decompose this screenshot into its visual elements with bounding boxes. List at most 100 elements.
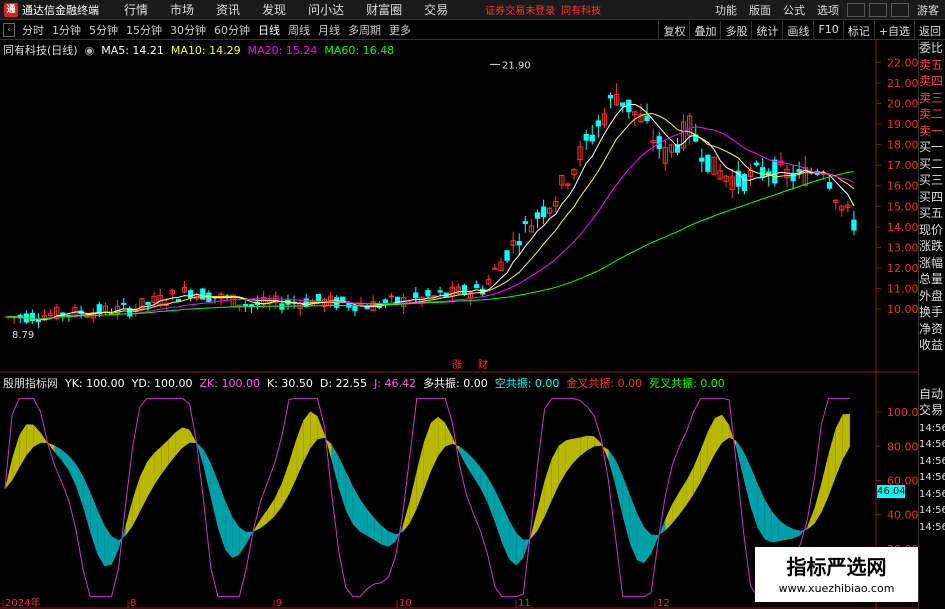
kd-band [239, 527, 247, 555]
candle-body [522, 221, 528, 225]
price-axis-label: 12.00 [887, 262, 918, 275]
toolbar-button[interactable]: 统计 [751, 21, 782, 40]
period-tab[interactable]: 30分钟 [170, 22, 206, 38]
period-tab[interactable]: 分时 [22, 22, 44, 38]
menu-discover[interactable]: 发现 [262, 1, 286, 18]
period-tab[interactable]: 60分钟 [214, 22, 250, 38]
menu-options[interactable]: 选项 [817, 2, 839, 18]
period-tab[interactable]: 多周期 [348, 22, 381, 38]
toolbar-button[interactable]: 画线 [782, 21, 813, 40]
kd-band [317, 415, 325, 440]
quote-time: 14:56 [919, 455, 945, 467]
candle-body [187, 290, 194, 299]
quote-time: 14:56 [919, 472, 945, 483]
kd-band [629, 494, 637, 560]
zhang-marker: 涨 [452, 359, 462, 371]
kd-band [835, 414, 843, 477]
watermark-url: www.xuezhibiao.com [778, 582, 895, 595]
kd-band [814, 482, 822, 524]
candle-body [474, 284, 480, 289]
login-warning: 证券交易未登录 [485, 6, 556, 17]
price-axis-label: 11.00 [887, 283, 918, 296]
period-tab[interactable]: 月线 [318, 22, 340, 38]
kd-band [274, 483, 282, 516]
quote-field-label: 自动 [919, 386, 944, 401]
menu-wealth[interactable]: 财富圈 [366, 1, 402, 18]
candle-body [200, 288, 206, 300]
period-tab-active[interactable]: 日线 [258, 22, 280, 38]
candle-body [753, 162, 760, 166]
toolbar-button[interactable]: +自选 [873, 21, 914, 40]
kd-band [565, 438, 573, 473]
kd-band [594, 436, 602, 447]
candle-body [851, 219, 857, 231]
toolbar-button[interactable]: 叠加 [689, 21, 720, 40]
menu-function[interactable]: 功能 [715, 2, 737, 18]
ind-yk: YK: 100.00 [65, 376, 125, 390]
kd-band [225, 500, 233, 559]
toolbar-button[interactable]: F10 [813, 21, 842, 40]
kline-chart-svg[interactable]: 22.00 21.00 20.00 19.00 18.00 17.00 16.00 15.00… [0, 40, 918, 609]
watermark: 指标严选网 www.xuezhibiao.com [755, 547, 918, 602]
kd-band [693, 449, 701, 495]
period-tab[interactable]: 1分钟 [52, 22, 81, 38]
kd-band [587, 435, 595, 451]
price-axis-label: 19.00 [887, 118, 918, 131]
kd-band [147, 453, 155, 498]
kd-band [793, 529, 801, 539]
trading-app-window: { "app": {"name": "通达信金融终端", "warning": … [0, 0, 945, 609]
period-tab[interactable]: 5分钟 [89, 22, 118, 38]
candle-body [504, 250, 510, 261]
kd-band [90, 491, 98, 554]
quote-field-label: 总量 [919, 272, 944, 286]
kd-band [218, 481, 226, 550]
kd-band [445, 422, 453, 447]
kd-band [33, 424, 41, 447]
menu-layout[interactable]: 版面 [749, 2, 771, 18]
menu-market[interactable]: 市场 [170, 1, 194, 18]
close-button[interactable] [891, 3, 909, 17]
dropdown-icon[interactable]: ◉ [85, 44, 95, 57]
kd-band [154, 446, 162, 486]
ind-bull: 多共振: 0.00 [423, 377, 488, 390]
candle-body [516, 241, 522, 246]
ma5-label: MA5: 14.21 [101, 43, 164, 57]
quote-time: 14:56 [919, 422, 945, 434]
chart-area[interactable]: 22.00 21.00 20.00 19.00 18.00 17.00 16.00 15.00… [0, 40, 918, 609]
toolbar-button[interactable]: 标记 [842, 21, 874, 40]
toolbar-button[interactable]: 复权 [658, 21, 689, 40]
minimize-button[interactable] [847, 3, 865, 17]
quote-field-label: 收益 [919, 338, 944, 352]
maximize-button[interactable] [869, 3, 887, 17]
period-tab[interactable]: 周线 [288, 22, 310, 38]
kd-band [338, 456, 346, 511]
candle-body [705, 154, 711, 172]
ind-j: J: 46.42 [374, 376, 416, 390]
period-toolbar: ‹ 分时 1分钟 5分钟 15分钟 30分钟 60分钟 日线 周线 月线 多周期… [0, 21, 945, 40]
kd-band [842, 414, 850, 460]
kd-band [260, 509, 268, 529]
kd-band [83, 476, 91, 532]
kd-band [494, 489, 502, 543]
price-axis-label: 16.00 [887, 180, 918, 193]
kd-band [786, 525, 794, 540]
period-tab[interactable]: 15分钟 [126, 22, 162, 38]
menu-quotes[interactable]: 行情 [124, 1, 148, 18]
period-tab-more[interactable]: 更多 [389, 22, 411, 38]
menu-trade[interactable]: 交易 [424, 1, 448, 18]
quote-field-label: 委比 [919, 41, 944, 55]
menu-formula[interactable]: 公式 [783, 2, 805, 18]
candle-body [437, 290, 443, 293]
menu-guest[interactable]: 游客 [917, 2, 939, 18]
back-icon[interactable]: ‹ [3, 23, 15, 37]
toolbar-button[interactable]: 多股 [720, 21, 751, 40]
candle-body [145, 301, 151, 305]
candle-body [760, 167, 766, 178]
menu-news[interactable]: 资讯 [216, 1, 240, 18]
kd-band [381, 525, 389, 547]
kd-band [480, 467, 488, 504]
quote-field-label: 卖二 [919, 107, 944, 121]
kd-band [139, 461, 147, 512]
toolbar-button[interactable]: 返回 [914, 21, 945, 40]
menu-ask[interactable]: 问小达 [308, 1, 344, 18]
